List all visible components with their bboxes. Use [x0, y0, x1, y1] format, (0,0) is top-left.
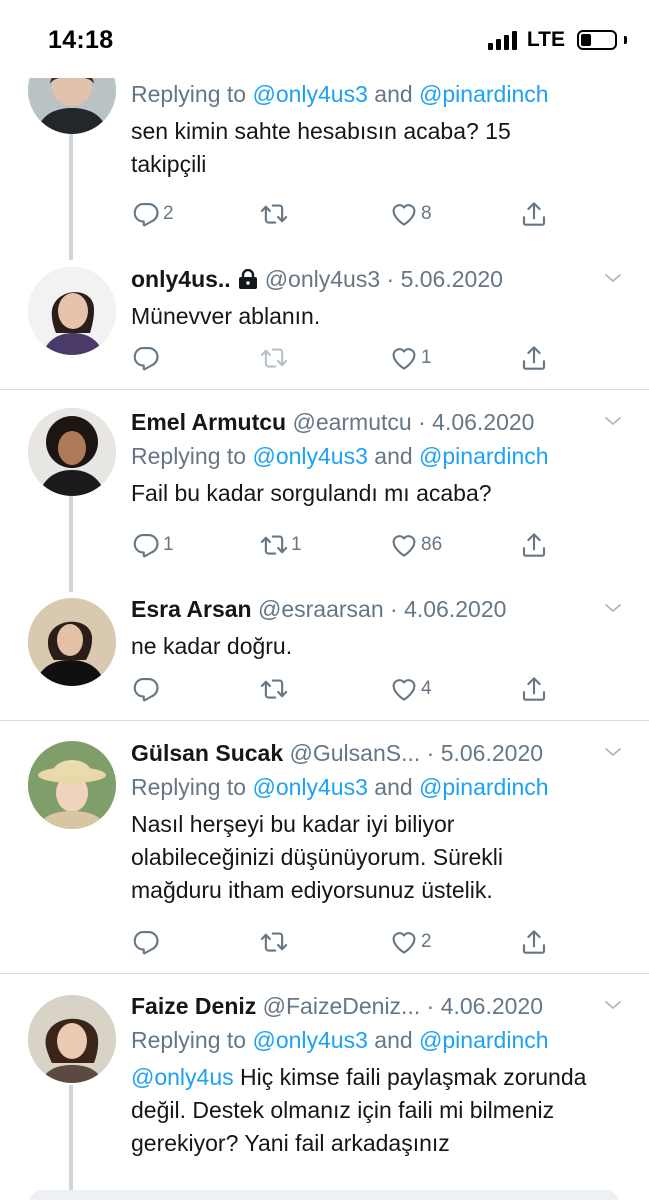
tweet-text: sen kimin sahte hesabısın acaba? 15 taki…	[131, 118, 511, 177]
tweet-date: 4.06.2020	[440, 993, 544, 1019]
retweet-icon	[259, 927, 289, 957]
handle[interactable]: @FaizeDeniz...	[263, 993, 421, 1019]
tweet-text: Nasıl herşeyi bu kadar iyi biliyor olabi…	[131, 811, 504, 903]
tweet-text: ne kadar doğru.	[131, 633, 293, 659]
display-name[interactable]: Esra Arsan	[131, 596, 252, 622]
divider	[0, 389, 649, 390]
like-button[interactable]: 2	[389, 925, 432, 959]
retweet-button[interactable]	[259, 197, 291, 231]
tweet-date: 4.06.2020	[404, 596, 507, 622]
reply-feed: Replying to @only4us3 and @pinardinch se…	[0, 0, 649, 1200]
like-button[interactable]: 4	[389, 672, 432, 706]
chevron-down-icon[interactable]	[601, 266, 625, 290]
retweet-button[interactable]	[259, 672, 291, 706]
avatar[interactable]	[28, 741, 116, 829]
chevron-down-icon[interactable]	[601, 409, 625, 433]
mention-link[interactable]: @only4us3	[252, 774, 367, 800]
handle[interactable]: @GulsanS...	[290, 740, 421, 766]
like-icon	[389, 927, 419, 957]
chevron-down-icon[interactable]	[601, 596, 625, 620]
reply-button[interactable]: 2	[131, 197, 174, 231]
battery-icon	[577, 30, 617, 50]
share-button[interactable]	[519, 672, 549, 706]
share-button[interactable]	[519, 528, 549, 562]
reply-button[interactable]	[131, 925, 163, 959]
tweet-date: 4.06.2020	[432, 409, 535, 435]
share-icon	[519, 927, 549, 957]
share-button[interactable]	[519, 925, 549, 959]
chevron-down-icon[interactable]	[601, 740, 625, 764]
retweet-icon	[259, 199, 289, 229]
tweet-date: 5.06.2020	[400, 266, 503, 292]
signal-icon	[487, 30, 517, 50]
avatar[interactable]	[28, 995, 116, 1083]
divider	[0, 720, 649, 721]
tweet-text: @only4us Hiç kimse faili paylaşmak zorun…	[131, 1064, 587, 1156]
retweet-icon	[259, 343, 289, 373]
mention-link[interactable]: @only4us	[131, 1064, 234, 1090]
lock-icon	[237, 269, 259, 289]
reply-icon	[131, 927, 161, 957]
display-name[interactable]: Emel Armutcu	[131, 409, 286, 435]
replying-to: Replying to @only4us3 and @pinardinch	[131, 1027, 549, 1053]
reply-icon	[131, 530, 161, 560]
status-time: 14:18	[48, 26, 114, 54]
like-icon	[389, 530, 419, 560]
retweet-icon	[259, 530, 289, 560]
tweet-text: Münevver ablanın.	[131, 303, 321, 329]
retweet-button[interactable]	[259, 341, 291, 375]
reply-button[interactable]	[131, 341, 163, 375]
retweet-button[interactable]	[259, 925, 291, 959]
like-icon	[389, 199, 419, 229]
share-icon	[519, 199, 549, 229]
handle[interactable]: @esraarsan	[258, 596, 384, 622]
mention-link[interactable]: @pinardinch	[419, 81, 548, 107]
battery-tip	[624, 36, 627, 44]
reply-button[interactable]	[131, 672, 163, 706]
tweet-text: Fail bu kadar sorgulandı mı acaba?	[131, 480, 492, 506]
mention-link[interactable]: @only4us3	[252, 1027, 367, 1053]
handle[interactable]: @only4us3	[265, 266, 380, 292]
like-button[interactable]: 86	[389, 528, 442, 562]
like-button[interactable]: 1	[389, 341, 432, 375]
mention-link[interactable]: @only4us3	[252, 81, 367, 107]
share-icon	[519, 530, 549, 560]
avatar[interactable]	[28, 267, 116, 355]
display-name[interactable]: only4us..	[131, 266, 231, 292]
network-type: LTE	[526, 28, 565, 51]
chevron-down-icon[interactable]	[601, 993, 625, 1017]
retweet-icon	[259, 674, 289, 704]
like-button[interactable]: 8	[389, 197, 432, 231]
avatar[interactable]	[28, 598, 116, 686]
replying-to: Replying to @only4us3 and @pinardinch	[131, 443, 549, 469]
share-icon	[519, 674, 549, 704]
handle[interactable]: @earmutcu	[292, 409, 411, 435]
reply-compose-bar[interactable]	[28, 1190, 620, 1200]
share-button[interactable]	[519, 341, 549, 375]
mention-link[interactable]: @pinardinch	[419, 443, 548, 469]
reply-icon	[131, 674, 161, 704]
share-button[interactable]	[519, 197, 549, 231]
avatar[interactable]	[28, 408, 116, 496]
mention-link[interactable]: @pinardinch	[419, 1027, 548, 1053]
like-icon	[389, 343, 419, 373]
replying-to: Replying to @only4us3 and @pinardinch	[131, 774, 549, 800]
mention-link[interactable]: @only4us3	[252, 443, 367, 469]
reply-icon	[131, 199, 161, 229]
reply-button[interactable]: 1	[131, 528, 174, 562]
reply-icon	[131, 343, 161, 373]
thread-line	[69, 1085, 73, 1200]
divider	[0, 973, 649, 974]
share-icon	[519, 343, 549, 373]
display-name[interactable]: Faize Deniz	[131, 993, 256, 1019]
tweet-date: 5.06.2020	[440, 740, 544, 766]
like-icon	[389, 674, 419, 704]
thread-line	[69, 496, 73, 592]
thread-line	[69, 134, 73, 260]
retweet-button[interactable]: 1	[259, 528, 302, 562]
status-bar: 14:18 LTE	[0, 0, 649, 78]
display-name[interactable]: Gülsan Sucak	[131, 740, 283, 766]
mention-link[interactable]: @pinardinch	[419, 774, 548, 800]
replying-to: Replying to @only4us3 and @pinardinch	[131, 81, 549, 107]
